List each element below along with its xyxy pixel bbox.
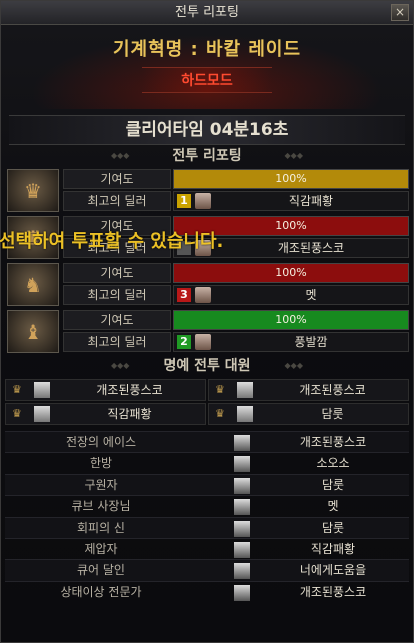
- top-dealer-label: 최고의 딜러: [63, 332, 171, 352]
- section-title-battle: 전투 리포팅: [1, 145, 413, 167]
- contribution-bar: 100%: [173, 310, 409, 330]
- contribution-row: 기여도 100%: [63, 263, 409, 283]
- award-row[interactable]: 한방 소오소: [5, 452, 409, 473]
- top-dealer-cell[interactable]: 3 멧: [173, 285, 409, 305]
- party-row: ♝ 기여도 100% 최고의 딜러 2 풍발깜: [5, 308, 409, 355]
- character-portrait-icon: [234, 435, 250, 451]
- contribution-bar: 100%: [173, 263, 409, 283]
- award-title: 큐브 사장님: [71, 499, 131, 514]
- top-dealer-row[interactable]: 최고의 딜러 2 풍발깜: [63, 332, 409, 352]
- honor-member[interactable]: ♛ 담룻: [208, 403, 409, 425]
- award-title: 회피의 신: [77, 520, 125, 535]
- contribution-label: 기여도: [63, 169, 171, 189]
- award-recipient: 너에게도움을: [299, 563, 367, 578]
- award-recipient: 멧: [327, 499, 339, 514]
- character-portrait-icon: [34, 406, 50, 422]
- top-dealer-row[interactable]: 최고의 딜러 3 멧: [63, 285, 409, 305]
- top-dealer-name: 직감패황: [288, 194, 334, 208]
- character-portrait-icon: [234, 584, 250, 601]
- award-title: 상태이상 전문가: [60, 584, 142, 599]
- top-dealer-name: 개조된풍스코: [277, 241, 345, 255]
- award-row[interactable]: 큐브 사장님 멧: [5, 495, 409, 516]
- honor-member-name: 개조된풍스코: [299, 383, 366, 397]
- crown-icon: ♛: [215, 407, 225, 420]
- top-dealer-cell[interactable]: 2 풍발깜: [173, 332, 409, 352]
- honor-member[interactable]: ♛ 개조된풍스코: [5, 379, 206, 401]
- party-row: ♞ 기여도 100% 최고의 딜러 3 멧: [5, 261, 409, 308]
- contribution-percent: 100%: [275, 313, 307, 326]
- contribution-row: 기여도 100%: [63, 169, 409, 189]
- award-list: 전장의 에이스 개조된풍스코 한방 소오소 구원자 담룻 큐브 사장님 멧 회피…: [5, 431, 409, 602]
- top-dealer-cell[interactable]: 1 직감패황: [173, 191, 409, 211]
- award-row[interactable]: 상태이상 전문가 개조된풍스코: [5, 580, 409, 602]
- character-portrait-icon: [234, 520, 250, 537]
- contribution-row: 기여도 100%: [63, 310, 409, 330]
- character-portrait-icon: [195, 193, 211, 209]
- character-portrait-icon: [234, 563, 250, 580]
- raid-mode-badge: 하드모드: [142, 67, 272, 93]
- class-rank-icon: 3: [177, 288, 191, 302]
- award-row[interactable]: 제압자 직감패황: [5, 537, 409, 559]
- character-portrait-icon: [234, 477, 250, 494]
- boss-icon-blue[interactable]: ♝: [7, 310, 59, 353]
- character-portrait-icon: [195, 334, 211, 350]
- award-title: 제압자: [84, 541, 118, 556]
- award-title: 한방: [89, 456, 113, 471]
- character-portrait-icon: [195, 287, 211, 303]
- contribution-bar: 100%: [173, 169, 409, 189]
- award-row[interactable]: 전장의 에이스 개조된풍스코: [5, 431, 409, 453]
- top-dealer-name: 풍발깜: [294, 335, 328, 349]
- title-bar[interactable]: 전투 리포팅 ×: [1, 1, 413, 25]
- party-list: ♛ 기여도 100% 최고의 딜러 1 직감패황 ♜ 기여도 100% 최고의 …: [1, 167, 413, 355]
- contribution-percent: 100%: [275, 172, 307, 185]
- section-title-honor: 명예 전투 대원: [1, 355, 413, 377]
- honor-member-name: 개조된풍스코: [96, 383, 163, 397]
- contribution-label: 기여도: [63, 263, 171, 283]
- award-title: 큐어 달인: [77, 563, 125, 578]
- award-recipient: 담룻: [321, 477, 345, 492]
- boss-icon-dark[interactable]: ♞: [7, 263, 59, 306]
- raid-name: 기계혁명 : 바칼 레이드: [112, 39, 302, 60]
- honor-members: ♛ 개조된풍스코 ♛ 개조된풍스코 ♛ 직감패황 ♛ 담룻: [5, 379, 409, 425]
- raid-header: 기계혁명 : 바칼 레이드 하드모드: [1, 25, 413, 109]
- boss-icon-red[interactable]: ♛: [7, 169, 59, 212]
- character-portrait-icon: [234, 499, 250, 516]
- award-recipient: 담룻: [321, 520, 345, 535]
- clear-time: 클리어타임 04분16초: [9, 115, 405, 145]
- character-portrait-icon: [234, 456, 250, 473]
- award-recipient: 개조된풍스코: [299, 584, 367, 599]
- top-dealer-label: 최고의 딜러: [63, 285, 171, 305]
- honor-member[interactable]: ♛ 개조된풍스코: [208, 379, 409, 401]
- character-portrait-icon: [234, 541, 250, 558]
- top-dealer-label: 최고의 딜러: [63, 191, 171, 211]
- close-button[interactable]: ×: [391, 4, 409, 21]
- award-title: 전장의 에이스: [65, 435, 137, 449]
- top-dealer-name: 멧: [305, 288, 317, 302]
- honor-member-name: 담룻: [321, 407, 344, 421]
- party-row: ♛ 기여도 100% 최고의 딜러 1 직감패황: [5, 167, 409, 214]
- award-title: 구원자: [84, 477, 118, 492]
- award-recipient: 소오소: [316, 456, 350, 471]
- crown-icon: ♛: [215, 383, 225, 396]
- character-portrait-icon: [34, 382, 50, 398]
- award-recipient: 개조된풍스코: [299, 435, 367, 449]
- award-row[interactable]: 구원자 담룻: [5, 473, 409, 496]
- vote-hint-text: 선택하여 투표할 수 있습니다.: [0, 231, 224, 252]
- crown-icon: ♛: [12, 383, 22, 396]
- top-dealer-row[interactable]: 최고의 딜러 1 직감패황: [63, 191, 409, 211]
- award-row[interactable]: 회피의 신 담룻: [5, 516, 409, 538]
- honor-member[interactable]: ♛ 직감패황: [5, 403, 206, 425]
- character-portrait-icon: [237, 406, 253, 422]
- contribution-percent: 100%: [275, 266, 307, 279]
- class-rank-icon: 1: [177, 194, 191, 208]
- battle-report-window: 전투 리포팅 × 기계혁명 : 바칼 레이드 하드모드 클리어타임 04분16초…: [0, 0, 414, 643]
- window-title: 전투 리포팅: [175, 5, 239, 20]
- class-rank-icon: 2: [177, 335, 191, 349]
- contribution-label: 기여도: [63, 310, 171, 330]
- award-row[interactable]: 큐어 달인 너에게도움을: [5, 559, 409, 581]
- crown-icon: ♛: [12, 407, 22, 420]
- honor-member-name: 직감패황: [107, 407, 152, 421]
- character-portrait-icon: [237, 382, 253, 398]
- award-recipient: 직감패황: [310, 541, 356, 556]
